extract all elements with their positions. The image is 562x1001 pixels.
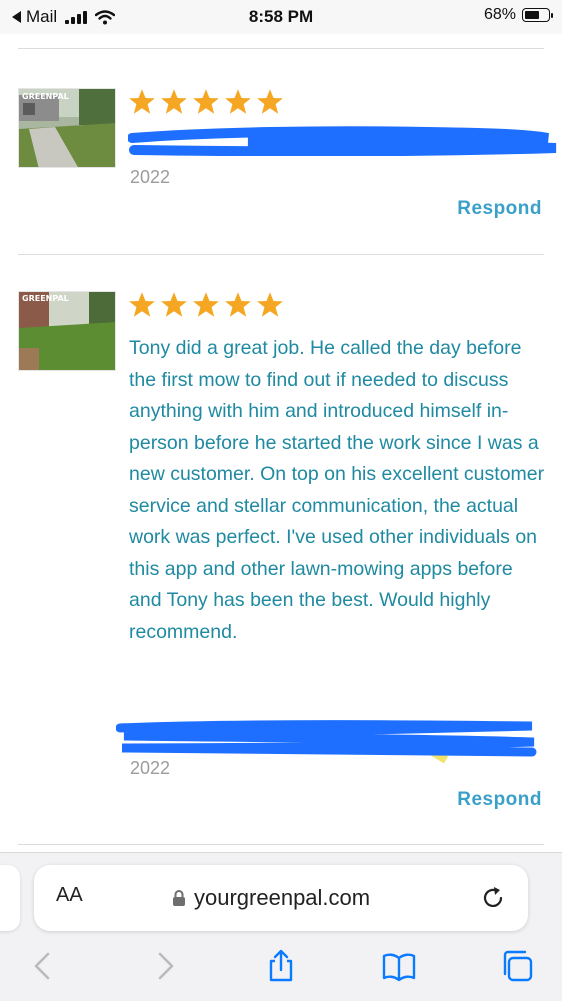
star-icon [129,292,155,317]
divider [18,48,544,49]
review-thumbnail[interactable]: GREENPAL [18,88,116,168]
url-text[interactable]: yourgreenpal.com [194,885,370,911]
lock-icon [173,890,185,906]
back-icon[interactable] [26,949,60,983]
previous-tab-card[interactable] [0,865,20,931]
star-rating [128,88,284,115]
star-icon [225,292,251,317]
star-icon [225,89,251,114]
star-icon [129,89,155,114]
respond-button[interactable]: Respond [457,789,542,811]
star-rating [128,291,284,318]
battery-fill [525,11,539,19]
star-icon [193,89,219,114]
status-bar: Mail 8:58 PM 68% [0,0,562,34]
text-size-label: AA [56,884,83,906]
clock: 8:58 PM [248,7,314,26]
bookmarks-icon[interactable] [382,949,416,983]
star-icon [257,89,283,114]
battery-icon [522,8,553,22]
thumb-watermark: GREENPAL [22,294,69,303]
respond-button[interactable]: Respond [457,198,542,220]
star-icon [257,292,283,317]
review-year: 2022 [130,758,171,778]
divider [18,254,544,255]
browser-bottom-bar: AA yourgreenpal.com [0,852,562,1001]
redacted-name [116,720,537,764]
battery-percent: 68% [483,6,516,23]
tabs-icon[interactable] [500,949,534,983]
star-icon [193,292,219,317]
thumb-watermark: GREENPAL [22,92,69,101]
text-size-button[interactable]: AA [56,884,83,907]
star-icon [161,292,187,317]
redacted-name [128,126,557,156]
share-icon[interactable] [264,949,298,983]
reload-icon[interactable] [480,885,506,911]
review-year: 2022 [130,167,171,187]
star-icon [161,89,187,114]
address-bar[interactable]: AA yourgreenpal.com [34,865,528,931]
review-thumbnail[interactable]: GREENPAL [18,291,116,371]
review-text: Tony did a great job. He called the day … [129,337,545,643]
forward-icon[interactable] [148,949,182,983]
divider [18,844,544,845]
